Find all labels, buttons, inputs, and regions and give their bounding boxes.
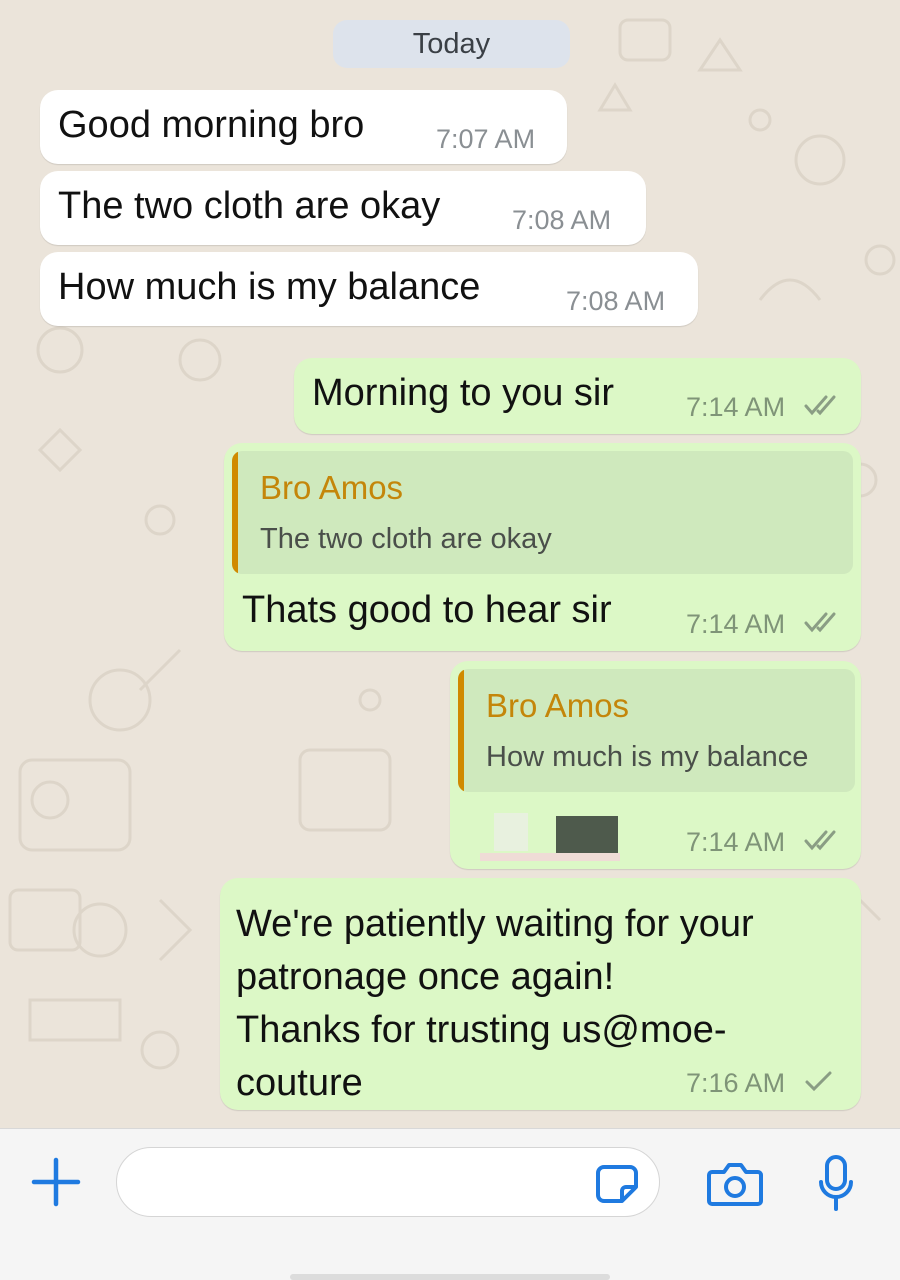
message-text: How much is my balance [58, 266, 481, 308]
message-time: 7:07 AM [436, 124, 536, 154]
message-text: We're patiently waiting for your patrona… [236, 898, 754, 1110]
home-indicator [290, 1274, 610, 1280]
quoted-sender-name: Bro Amos [486, 687, 630, 724]
message-time: 7:08 AM [566, 286, 666, 316]
message-time: 7:14 AM [686, 609, 786, 639]
sticker-icon[interactable] [596, 1163, 640, 1203]
double-check-icon [804, 612, 836, 633]
message-bubble-outgoing[interactable]: Morning to you sir 7:14 AM [294, 358, 861, 434]
quote-accent-bar [458, 669, 464, 792]
message-bubble-outgoing[interactable]: Bro Amos How much is my balance 7:14 AM [450, 661, 861, 869]
message-line: patronage once again! [236, 956, 615, 998]
message-line: couture [236, 1062, 363, 1104]
redacted-content [556, 816, 618, 854]
redacted-content [480, 853, 620, 861]
message-bubble-incoming[interactable]: The two cloth are okay 7:08 AM [40, 171, 646, 245]
double-check-icon [804, 830, 836, 851]
message-input[interactable] [116, 1147, 660, 1217]
message-bubble-outgoing[interactable]: Bro Amos The two cloth are okay Thats go… [224, 443, 861, 651]
redacted-content [494, 813, 528, 851]
message-time: 7:08 AM [512, 205, 612, 235]
message-bubble-outgoing[interactable]: We're patiently waiting for your patrona… [220, 878, 861, 1110]
microphone-icon[interactable] [818, 1154, 854, 1212]
message-line: We're patiently waiting for your [236, 903, 754, 945]
message-bubble-incoming[interactable]: How much is my balance 7:08 AM [40, 252, 698, 326]
message-bubble-incoming[interactable]: Good morning bro 7:07 AM [40, 90, 567, 164]
check-icon [805, 1071, 832, 1092]
message-text: The two cloth are okay [58, 185, 441, 227]
message-line: Thanks for trusting us@moe- [236, 1009, 727, 1051]
quoted-text: The two cloth are okay [260, 523, 552, 555]
message-text: Good morning bro [58, 104, 365, 146]
plus-icon[interactable] [30, 1156, 82, 1208]
camera-icon[interactable] [706, 1160, 764, 1206]
message-time: 7:16 AM [686, 1068, 786, 1098]
message-time: 7:14 AM [686, 827, 786, 857]
message-text: Thats good to hear sir [242, 589, 612, 631]
quoted-sender-name: Bro Amos [260, 469, 404, 506]
quoted-text: How much is my balance [486, 741, 809, 773]
quoted-message[interactable]: Bro Amos The two cloth are okay [232, 451, 853, 574]
date-divider: Today [333, 20, 570, 68]
double-check-icon [804, 395, 836, 416]
message-text: Morning to you sir [312, 372, 615, 414]
chat-area[interactable]: Today Good morning bro 7:07 AM The two c… [0, 0, 900, 1128]
message-time: 7:14 AM [686, 392, 786, 422]
quote-accent-bar [232, 451, 238, 574]
quoted-message[interactable]: Bro Amos How much is my balance [458, 669, 855, 792]
